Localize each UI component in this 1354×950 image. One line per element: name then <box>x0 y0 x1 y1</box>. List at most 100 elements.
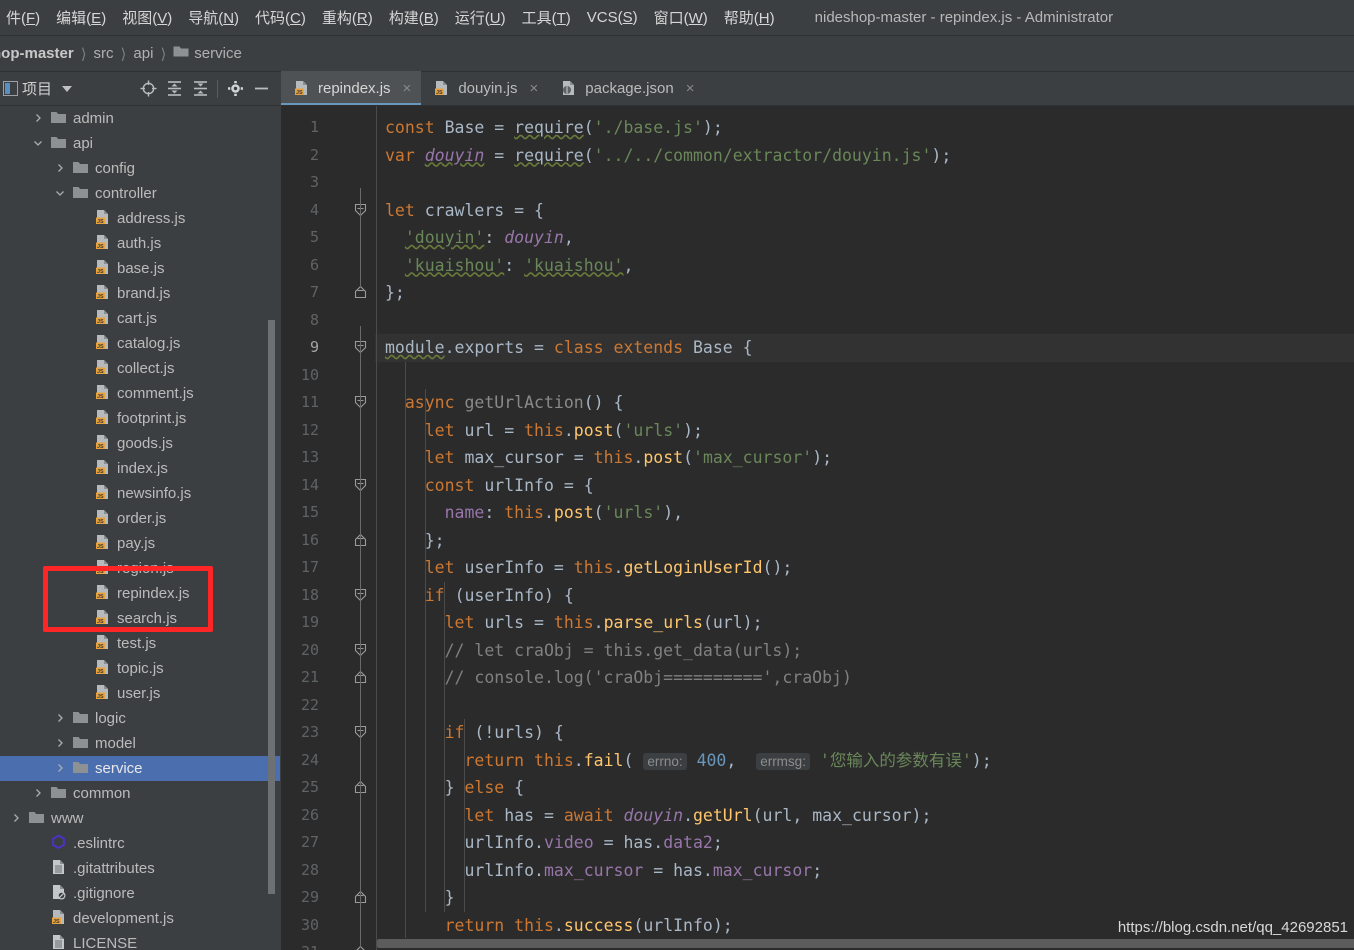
tree-item-user-js[interactable]: JS user.js <box>0 681 280 706</box>
editor-tab-package-json[interactable]: package.json × <box>548 71 704 105</box>
chevron-down-icon[interactable] <box>30 137 46 151</box>
tree-item-label: test.js <box>117 635 157 652</box>
tree-item-service[interactable]: service <box>0 756 280 781</box>
tree-item-repindex-js[interactable]: JS repindex.js <box>0 581 280 606</box>
chevron-down-icon[interactable] <box>62 85 73 92</box>
tree-item-label: index.js <box>117 460 168 477</box>
line-number: 12 <box>300 420 319 439</box>
code-content[interactable]: const Base = require('./base.js'); var do… <box>377 106 1354 950</box>
js-file-icon: JS <box>50 909 67 929</box>
menu-item-5[interactable]: 重构(R) <box>314 5 381 30</box>
tree-item-label: LICENSE <box>73 935 138 950</box>
ide-window: 件(F) 编辑(E) 视图(V) 导航(N) 代码(C) 重构(R) 构建(B) 运行(U) 工… <box>0 0 1354 950</box>
menu-item-7[interactable]: 运行(U) <box>447 5 514 30</box>
close-icon[interactable]: × <box>686 80 695 97</box>
text-file-icon <box>50 859 67 879</box>
close-icon[interactable]: × <box>530 80 539 97</box>
tree-item-search-js[interactable]: JS search.js <box>0 606 280 631</box>
tree-item-controller[interactable]: controller <box>0 181 280 206</box>
tree-item-region-js[interactable]: JS region.js <box>0 556 280 581</box>
menu-item-0[interactable]: 件(F) <box>0 5 48 30</box>
tree-item-newsinfo-js[interactable]: JS newsinfo.js <box>0 481 280 506</box>
chevron-right-icon[interactable] <box>52 762 68 776</box>
tree-item--eslintrc[interactable]: .eslintrc <box>0 831 280 856</box>
tree-item-api[interactable]: api <box>0 131 280 156</box>
chevron-right-icon[interactable] <box>52 712 68 726</box>
line-number: 30 <box>300 915 319 934</box>
tree-item-comment-js[interactable]: JS comment.js <box>0 381 280 406</box>
tree-item-base-js[interactable]: JS base.js <box>0 256 280 281</box>
fold-connector-line <box>360 188 361 288</box>
tree-item-cart-js[interactable]: JS cart.js <box>0 306 280 331</box>
editor-hscrollbar-thumb[interactable] <box>377 939 1354 948</box>
js-file-icon: JS <box>94 259 111 279</box>
editor-tab-label: package.json <box>585 79 674 97</box>
js-file-icon: JS <box>94 409 111 429</box>
chevron-right-icon[interactable] <box>8 812 24 826</box>
tree-item-common[interactable]: common <box>0 781 280 806</box>
breadcrumb-root[interactable]: hop-master <box>0 45 74 62</box>
tree-item-auth-js[interactable]: JS auth.js <box>0 231 280 256</box>
tree-item-model[interactable]: model <box>0 731 280 756</box>
tree-item-config[interactable]: config <box>0 156 280 181</box>
chevron-right-icon[interactable] <box>30 787 46 801</box>
code-line-2: var douyin = require('../../common/extra… <box>385 145 952 165</box>
menu-item-2[interactable]: 视图(V) <box>114 5 180 30</box>
tree-item-goods-js[interactable]: JS goods.js <box>0 431 280 456</box>
editor-tab-repindex-js[interactable]: JS repindex.js × <box>281 71 422 105</box>
breadcrumb-separator-icon: ⟩ <box>160 45 167 63</box>
breadcrumb-item-src[interactable]: src <box>94 45 114 62</box>
tree-item-label: region.js <box>117 560 174 577</box>
tree-item-index-js[interactable]: JS index.js <box>0 456 280 481</box>
tree-item-admin[interactable]: admin <box>0 106 280 131</box>
editor-tab-douyin-js[interactable]: JS douyin.js × <box>421 71 548 105</box>
code-editor[interactable]: 1 2 3 4 5 6 7 8 9 10 11 12 13 14 15 16 17 18 19 20 21 22 23 24 2… <box>281 106 1354 950</box>
expand-all-icon[interactable] <box>161 76 187 102</box>
tree-item-catalog-js[interactable]: JS catalog.js <box>0 331 280 356</box>
project-tree-scrollbar[interactable] <box>268 320 275 894</box>
collapse-all-icon[interactable] <box>187 76 213 102</box>
tree-item-development-js[interactable]: JS development.js <box>0 906 280 931</box>
svg-text:JS: JS <box>97 243 104 249</box>
tree-item-order-js[interactable]: JS order.js <box>0 506 280 531</box>
breadcrumb-item-service[interactable]: service <box>194 45 242 62</box>
tree-item-test-js[interactable]: JS test.js <box>0 631 280 656</box>
chevron-right-icon[interactable] <box>52 737 68 751</box>
tree-item-footprint-js[interactable]: JS footprint.js <box>0 406 280 431</box>
chevron-down-icon[interactable] <box>52 187 68 201</box>
menu-item-9[interactable]: VCS(S) <box>579 7 646 28</box>
tree-item--gitattributes[interactable]: .gitattributes <box>0 856 280 881</box>
breadcrumb-item-api[interactable]: api <box>133 45 153 62</box>
tree-item--gitignore[interactable]: .gitignore <box>0 881 280 906</box>
code-line-13: let max_cursor = this.post('max_cursor')… <box>424 448 833 467</box>
project-tree[interactable]: admin api config controller JS address.js JS au… <box>0 106 280 950</box>
tree-item-logic[interactable]: logic <box>0 706 280 731</box>
tree-item-label: auth.js <box>117 235 162 252</box>
tree-item-address-js[interactable]: JS address.js <box>0 206 280 231</box>
line-number: 23 <box>300 723 319 741</box>
tree-item-label: model <box>95 735 136 752</box>
text-file-icon <box>50 934 67 950</box>
menu-item-6[interactable]: 构建(B) <box>381 5 447 30</box>
chevron-right-icon[interactable] <box>30 112 46 126</box>
tree-item-brand-js[interactable]: JS brand.js <box>0 281 280 306</box>
editor-hscrollbar-track[interactable] <box>377 938 1354 950</box>
settings-gear-icon[interactable] <box>222 76 248 102</box>
editor-gutter[interactable]: 1 2 3 4 5 6 7 8 9 10 11 12 13 14 15 16 17 18 19 20 21 22 23 24 2… <box>281 106 375 950</box>
tree-item-topic-js[interactable]: JS topic.js <box>0 656 280 681</box>
locate-icon[interactable] <box>135 76 161 102</box>
tree-item-pay-js[interactable]: JS pay.js <box>0 531 280 556</box>
minimize-icon[interactable] <box>248 76 274 102</box>
menu-item-4[interactable]: 代码(C) <box>247 5 314 30</box>
menu-item-11[interactable]: 帮助(H) <box>716 5 783 30</box>
tree-item-www[interactable]: www <box>0 806 280 831</box>
project-panel-header: 项目 <box>0 72 280 106</box>
close-icon[interactable]: × <box>403 80 412 97</box>
tree-item-collect-js[interactable]: JS collect.js <box>0 356 280 381</box>
menu-item-10[interactable]: 窗口(W) <box>646 5 716 30</box>
tree-item-license[interactable]: LICENSE <box>0 931 280 950</box>
menu-item-3[interactable]: 导航(N) <box>180 5 247 30</box>
menu-item-1[interactable]: 编辑(E) <box>48 5 114 30</box>
chevron-right-icon[interactable] <box>52 162 68 176</box>
menu-item-8[interactable]: 工具(T) <box>514 5 579 30</box>
